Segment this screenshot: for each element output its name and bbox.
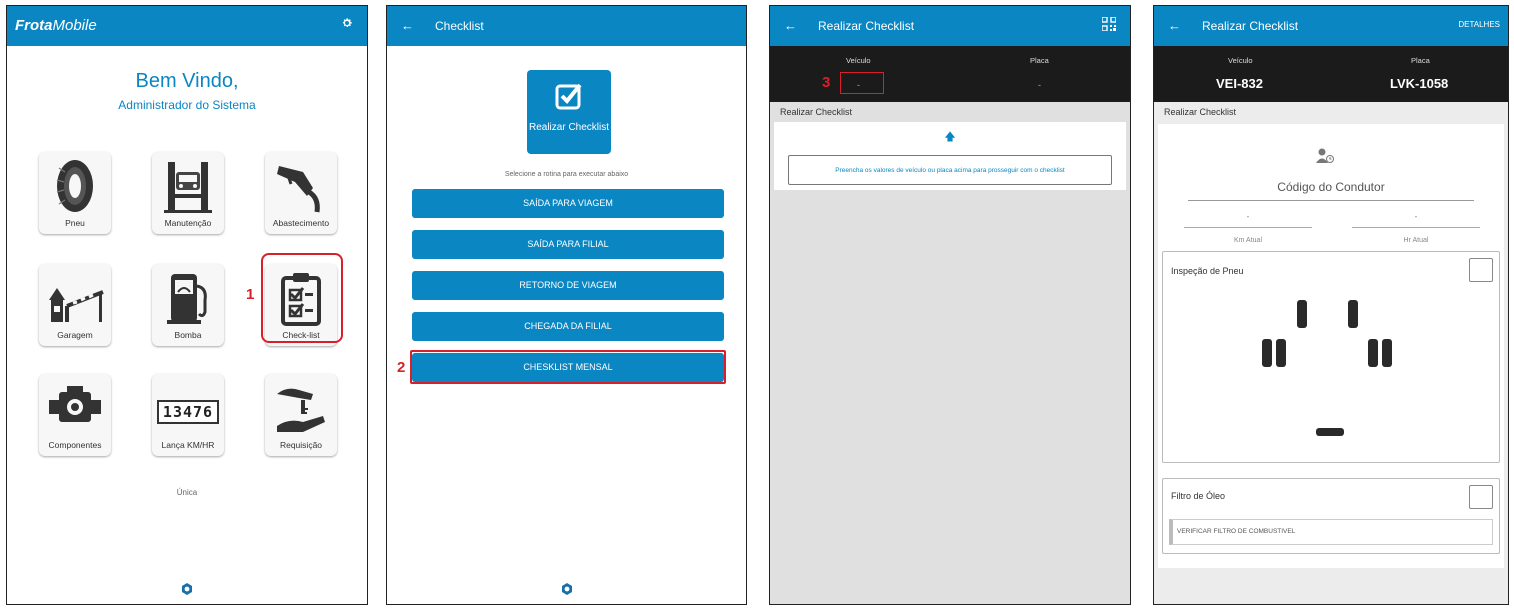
km-input[interactable]: - [1184,212,1312,228]
realizar-checklist-empty-screen: ← Realizar Checklist Veículo Placa - - 3… [769,5,1131,605]
plate-value[interactable]: LVK-1058 [1390,76,1448,91]
driver-icon [1316,148,1334,169]
button-label: Realizar Checklist [528,122,610,133]
realizar-checklist-button[interactable]: Realizar Checklist [527,70,611,154]
back-arrow-icon[interactable]: ← [1168,18,1181,33]
header-title: Realizar Checklist [818,19,915,33]
tile-bomba[interactable]: Bomba [152,264,224,346]
home-screen: FrotaMobile Bem Vindo, Administrador do … [6,5,368,605]
tire-inspection-label: Inspeção de Pneu [1171,266,1244,276]
back-arrow-icon[interactable]: ← [401,18,414,33]
option-highlight [410,350,726,384]
tile-lanca-km-hr[interactable]: 13476 Lança KM/HR [152,374,224,456]
tire-rear-right-inner[interactable] [1368,339,1378,367]
car-lift-icon [152,158,224,219]
info-message: Preencha os valores de veículo ou placa … [788,155,1112,185]
tile-label: Manutenção [164,218,212,228]
arrow-up-icon: 🡅 [944,131,956,143]
header-title: Checklist [435,19,484,33]
tile-label: Lança KM/HR [161,440,215,450]
fuel-nozzle-icon [265,158,337,219]
checkbox-checked-icon [555,83,582,110]
back-arrow-icon[interactable]: ← [784,18,797,33]
company-name: Única [176,488,198,497]
app-header: FrotaMobile [7,6,367,46]
oil-filter-checkbox[interactable] [1469,485,1493,509]
realizar-checklist-filled-screen: ← Realizar Checklist DETALHES Veículo Pl… [1153,5,1509,605]
km-label: Km Atual [1233,237,1262,244]
tire-front-left[interactable] [1297,300,1307,328]
vehicle-highlight [840,72,884,94]
callout-number: 2 [397,359,406,376]
callout-number: 1 [246,286,255,303]
header-title: Realizar Checklist [1202,19,1299,33]
tire-spare[interactable] [1316,428,1344,436]
plate-header: Placa [1030,56,1049,65]
details-button[interactable]: DETALHES [1458,20,1500,29]
section-title: Realizar Checklist [1164,107,1237,117]
tire-rear-right-outer[interactable] [1382,339,1392,367]
tile-abastecimento[interactable]: Abastecimento [265,152,337,234]
garage-gate-icon [39,270,111,331]
fuel-pump-icon [152,270,224,331]
welcome-title: Bem Vindo, [135,70,239,92]
tire-front-right[interactable] [1348,300,1358,328]
hr-label: Hr Atual [1403,237,1429,244]
app-logo-icon [181,582,193,595]
app-logo-icon [561,582,573,595]
option-chegada-filial[interactable]: CHEGADA DA FILIAL [412,312,724,341]
tile-manutencao[interactable]: Manutenção [152,152,224,234]
app-header: ← Realizar Checklist DETALHES [1154,6,1508,46]
oil-filter-label: Filtro de Óleo [1171,491,1226,501]
tile-label: Bomba [174,330,202,340]
vehicle-plate-bar: Veículo Placa VEI-832 LVK-1058 [1154,46,1508,102]
checklist-highlight [261,253,343,343]
app-header: ← Realizar Checklist [770,6,1130,46]
tire-rear-left-inner[interactable] [1276,339,1286,367]
option-saida-viagem[interactable]: SAÍDA PARA VIAGEM [412,189,724,218]
tile-componentes[interactable]: Componentes [39,374,111,456]
gear-icon[interactable] [341,16,353,33]
hr-input[interactable]: - [1352,212,1480,228]
fuel-filter-item[interactable]: VERIFICAR FILTRO DE COMBUSTIVEL [1169,519,1493,545]
info-card: 🡅 Preencha os valores de veículo ou plac… [774,122,1126,190]
vehicle-header: Veículo [846,56,871,65]
tire-rear-left-outer[interactable] [1262,339,1272,367]
key-hand-icon [265,380,337,441]
odometer-icon: 13476 [152,400,224,424]
vehicle-value[interactable]: VEI-832 [1216,76,1263,91]
tire-inspection-panel: Inspeção de Pneu [1162,251,1500,463]
vehicle-plate-bar: Veículo Placa - - 3 [770,46,1130,102]
vehicle-header: Veículo [1228,56,1253,65]
selection-hint: Selecione a rotina para executar abaixo [504,171,629,178]
driver-code-input[interactable]: Código do Condutor [1188,180,1474,201]
oil-filter-panel: Filtro de Óleo VERIFICAR FILTRO DE COMBU… [1162,478,1500,554]
checklist-form-card: Código do Condutor - - Km Atual Hr Atual… [1158,124,1504,568]
section-title: Realizar Checklist [780,107,853,117]
checklist-screen: ← Checklist Realizar Checklist Selecione… [386,5,747,605]
plate-input[interactable]: - [1038,80,1041,90]
option-saida-filial[interactable]: SAÍDA PARA FILIAL [412,230,724,259]
engine-icon [39,380,111,437]
odometer-digits: 13476 [156,400,220,424]
callout-number: 3 [822,74,831,91]
plate-header: Placa [1411,56,1430,65]
option-retorno-viagem[interactable]: RETORNO DE VIAGEM [412,271,724,300]
tire-icon [39,158,111,219]
tile-label: Componentes [48,440,102,450]
qr-code-icon[interactable] [1101,16,1117,32]
tile-label: Garagem [57,330,93,340]
app-logo: FrotaMobile [15,17,97,34]
tile-label: Pneu [65,218,85,228]
tile-label: Abastecimento [272,218,330,228]
tile-pneu[interactable]: Pneu [39,152,111,234]
tile-label: Requisição [279,440,323,450]
tire-inspection-checkbox[interactable] [1469,258,1493,282]
app-header: ← Checklist [387,6,746,46]
tile-garagem[interactable]: Garagem [39,264,111,346]
welcome-user: Administrador do Sistema [118,98,256,112]
tile-requisicao[interactable]: Requisição [265,374,337,456]
